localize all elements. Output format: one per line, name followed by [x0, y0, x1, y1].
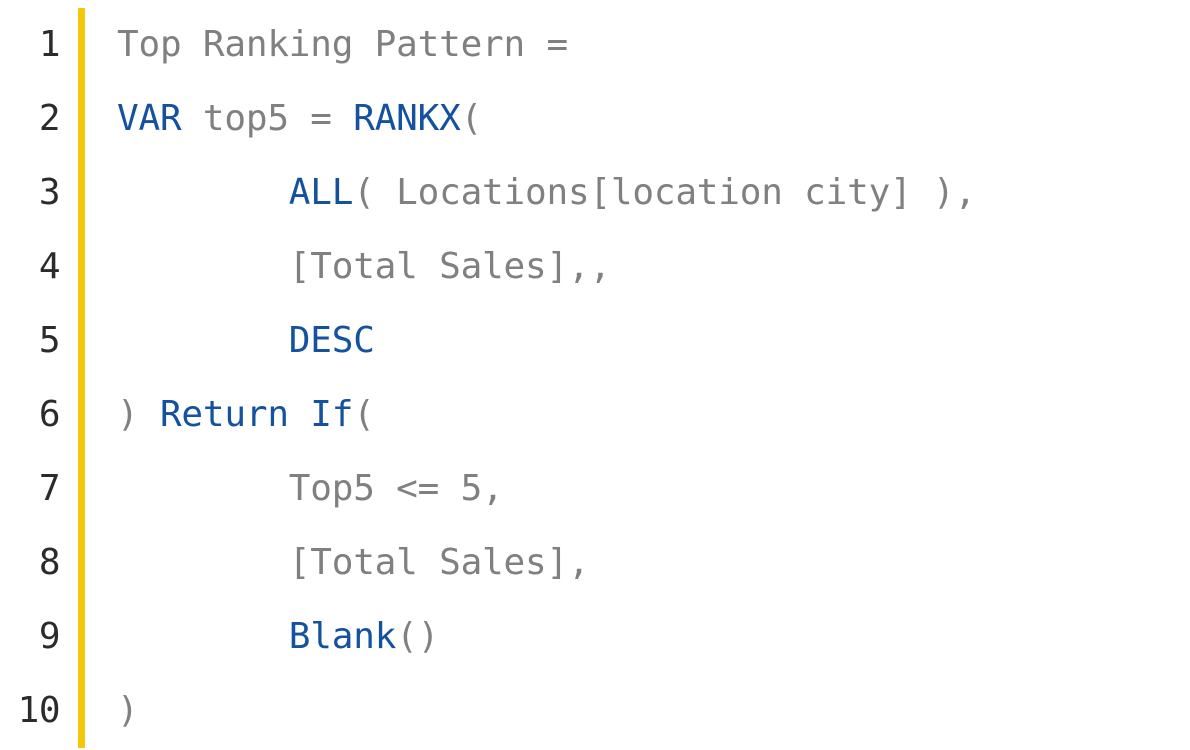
code-line[interactable]: ) [117, 674, 1190, 748]
code-line[interactable]: ALL( Locations[location city] ), [117, 156, 1190, 230]
code-line[interactable]: Top Ranking Pattern = [117, 8, 1190, 82]
token-kw2: Return [160, 394, 289, 435]
code-line[interactable]: [Total Sales], [117, 526, 1190, 600]
line-number: 8 [0, 526, 78, 600]
token-plain [117, 616, 289, 657]
token-keyword: VAR [117, 98, 181, 139]
code-editor[interactable]: 12345678910 Top Ranking Pattern = VAR to… [0, 0, 1190, 750]
line-number: 2 [0, 82, 78, 156]
code-line[interactable]: [Total Sales],, [117, 230, 1190, 304]
token-plain: ) [117, 394, 160, 435]
line-number: 3 [0, 156, 78, 230]
token-func: ALL [289, 172, 353, 213]
token-plain [117, 320, 289, 361]
line-number: 7 [0, 452, 78, 526]
line-number: 1 [0, 8, 78, 82]
code-area[interactable]: Top Ranking Pattern = VAR top5 = RANKX ( … [85, 0, 1190, 750]
token-func: If [310, 394, 353, 435]
accent-bar [78, 8, 85, 748]
line-number: 10 [0, 674, 78, 748]
line-number: 4 [0, 230, 78, 304]
token-plain [117, 172, 289, 213]
token-plain: [Total Sales], [117, 542, 589, 583]
code-line[interactable]: ) Return If( [117, 378, 1190, 452]
line-number: 6 [0, 378, 78, 452]
token-plain: ( [461, 98, 482, 139]
token-plain: top5 = [181, 98, 353, 139]
code-line[interactable]: VAR top5 = RANKX( [117, 82, 1190, 156]
token-plain: Top5 <= 5, [117, 468, 504, 509]
token-func: Blank [289, 616, 396, 657]
token-plain: ) [117, 690, 138, 731]
line-number: 9 [0, 600, 78, 674]
token-plain: [Total Sales],, [117, 246, 611, 287]
code-line[interactable]: Top5 <= 5, [117, 452, 1190, 526]
token-func: RANKX [353, 98, 460, 139]
token-plain: Top Ranking Pattern = [117, 24, 589, 65]
token-plain [289, 394, 310, 435]
token-plain: ( [353, 394, 374, 435]
token-plain: ( Locations[location city] ), [353, 172, 976, 213]
line-number-gutter: 12345678910 [0, 0, 78, 750]
line-number: 5 [0, 304, 78, 378]
token-plain: () [396, 616, 439, 657]
code-line[interactable]: Blank() [117, 600, 1190, 674]
code-line[interactable]: DESC [117, 304, 1190, 378]
token-keyword: DESC [289, 320, 375, 361]
